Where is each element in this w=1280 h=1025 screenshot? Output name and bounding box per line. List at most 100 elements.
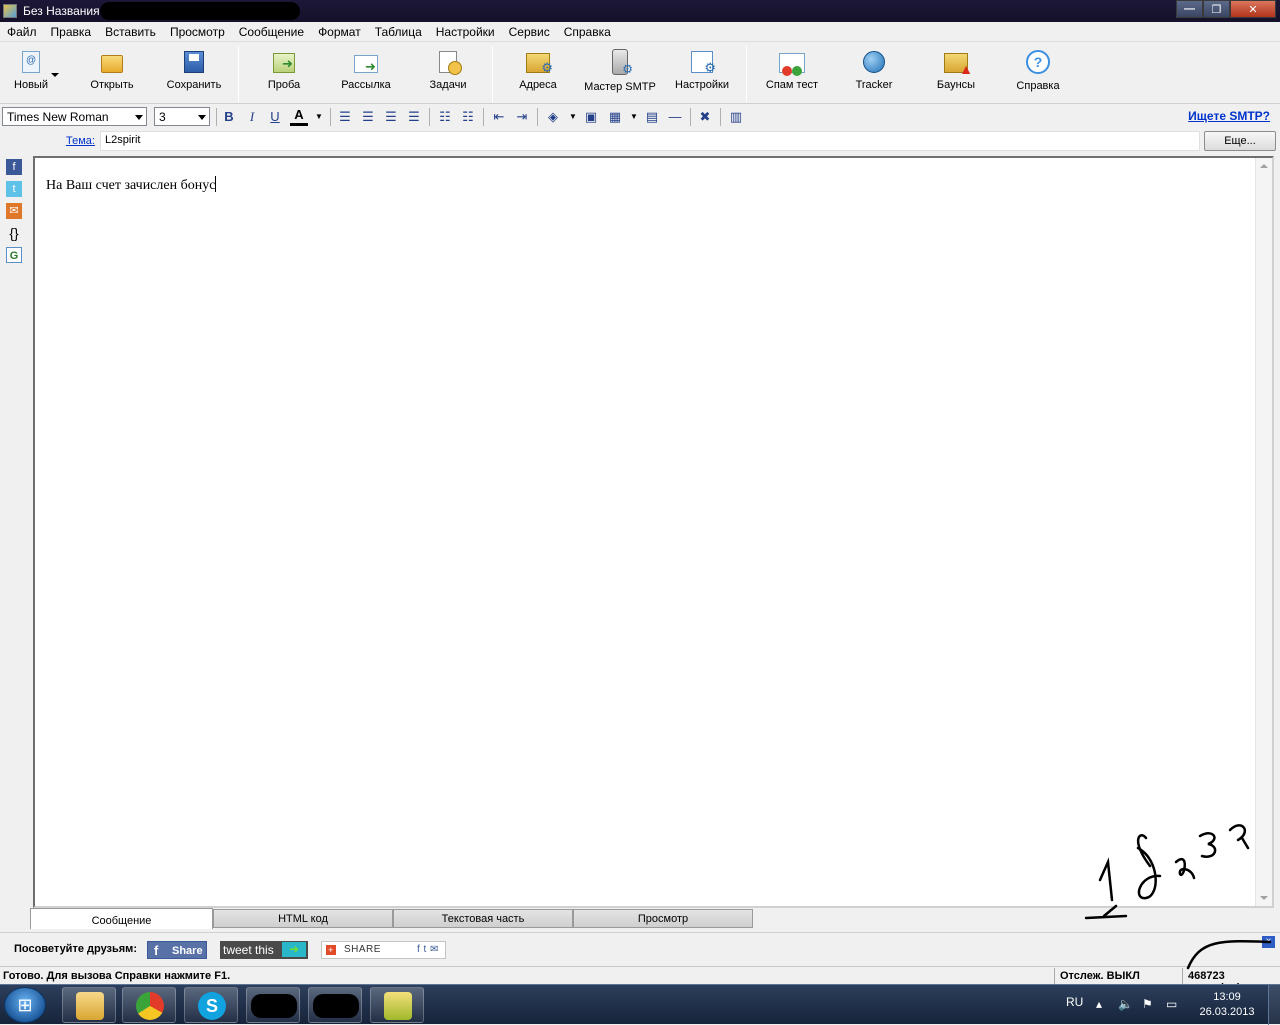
underline-icon[interactable]: U bbox=[266, 108, 284, 126]
bounces-button[interactable]: Баунсы bbox=[916, 49, 996, 91]
insert-picture-icon[interactable]: ▤ bbox=[643, 108, 661, 126]
align-left-icon[interactable]: ☰ bbox=[336, 108, 354, 126]
menu-insert[interactable]: Вставить bbox=[98, 25, 163, 39]
italic-icon[interactable]: I bbox=[243, 108, 261, 126]
font-family-select[interactable]: Times New Roman bbox=[2, 107, 147, 126]
menu-file[interactable]: Файл bbox=[0, 25, 44, 39]
volume-icon[interactable]: 🔈 bbox=[1118, 997, 1133, 1011]
new-dropdown-arrow-icon[interactable] bbox=[51, 73, 59, 77]
bold-icon[interactable]: B bbox=[220, 108, 238, 126]
menu-message[interactable]: Сообщение bbox=[232, 25, 311, 39]
title-bar: Без Названия — ❐ ✕ bbox=[0, 0, 1280, 22]
fill-color-icon[interactable]: ◈ bbox=[544, 108, 562, 126]
clock-time: 13:09 bbox=[1213, 991, 1241, 1003]
taskbar-explorer[interactable] bbox=[62, 987, 116, 1023]
taskbar-redacted-app[interactable] bbox=[246, 987, 300, 1023]
vertical-scrollbar[interactable] bbox=[1255, 158, 1272, 906]
show-desktop-button[interactable] bbox=[1268, 985, 1280, 1025]
scroll-up-icon[interactable] bbox=[1260, 164, 1268, 168]
code-braces-icon[interactable]: {} bbox=[6, 225, 22, 241]
taskbar-skype[interactable]: S bbox=[184, 987, 238, 1023]
taskbar-mailer[interactable] bbox=[370, 987, 424, 1023]
open-label: Открыть bbox=[90, 79, 134, 91]
test-button[interactable]: Проба bbox=[244, 49, 324, 91]
horizontal-line-icon[interactable]: — bbox=[666, 108, 684, 126]
share-services-icon: f t ✉ bbox=[417, 944, 439, 955]
open-button[interactable]: Открыть bbox=[72, 49, 152, 91]
align-center-icon[interactable]: ☰ bbox=[359, 108, 377, 126]
menu-view[interactable]: Просмотр bbox=[163, 25, 232, 39]
mailing-label: Рассылка bbox=[341, 79, 391, 91]
facebook-icon[interactable]: f bbox=[6, 159, 22, 175]
start-button[interactable]: ⊞ bbox=[4, 987, 46, 1023]
email-icon[interactable]: ✉ bbox=[6, 203, 22, 219]
fill-dropdown-icon[interactable]: ▼ bbox=[564, 108, 582, 126]
help-label: Справка bbox=[1016, 80, 1060, 92]
insert-table-icon[interactable]: ▦ bbox=[606, 108, 624, 126]
settings-button[interactable]: Настройки bbox=[662, 49, 742, 91]
menu-help[interactable]: Справка bbox=[557, 25, 618, 39]
windows-taskbar: ⊞ S RU ▴ 🔈 ⚑ ▭ 13:09 26.03.2013 bbox=[0, 984, 1280, 1025]
spam-test-button[interactable]: Спам тест bbox=[752, 49, 832, 91]
minimize-button[interactable]: — bbox=[1176, 0, 1203, 18]
google-icon[interactable]: G bbox=[6, 247, 22, 263]
smtp-search-link[interactable]: Ищете SMTP? bbox=[1188, 109, 1270, 123]
addresses-button[interactable]: Адреса bbox=[498, 49, 578, 91]
message-body[interactable]: На Ваш счет зачислен бонус bbox=[46, 176, 217, 194]
show-hidden-icons-icon[interactable]: ▴ bbox=[1096, 997, 1102, 1011]
maximize-button[interactable]: ❐ bbox=[1203, 0, 1230, 18]
help-button[interactable]: ? Справка bbox=[998, 49, 1078, 92]
outdent-icon[interactable]: ⇤ bbox=[490, 108, 508, 126]
addthis-share-button[interactable]: + SHARE f t ✉ bbox=[321, 941, 446, 959]
message-editor[interactable]: На Ваш счет зачислен бонус bbox=[33, 156, 1274, 908]
tab-preview[interactable]: Просмотр bbox=[573, 909, 753, 928]
tweet-this-button[interactable]: tweet this ➜ bbox=[220, 941, 308, 959]
paste-icon[interactable]: ▥ bbox=[727, 108, 745, 126]
mailing-button[interactable]: Рассылка bbox=[326, 49, 406, 91]
align-justify-icon[interactable]: ☰ bbox=[405, 108, 423, 126]
numbered-list-icon[interactable]: ☷ bbox=[436, 108, 454, 126]
menu-settings[interactable]: Настройки bbox=[429, 25, 502, 39]
menu-service[interactable]: Сервис bbox=[502, 25, 557, 39]
close-button[interactable]: ✕ bbox=[1230, 0, 1276, 18]
bullet-list-icon[interactable]: ☷ bbox=[459, 108, 477, 126]
facebook-share-button[interactable]: f Share bbox=[147, 941, 207, 959]
toolbar-separator bbox=[492, 46, 493, 102]
menu-table[interactable]: Таблица bbox=[368, 25, 429, 39]
subject-label[interactable]: Тема: bbox=[66, 135, 95, 147]
status-ready: Готово. Для вызова Справки нажмите F1. bbox=[3, 970, 231, 982]
remove-format-icon[interactable]: ✖ bbox=[696, 108, 714, 126]
save-button[interactable]: Сохранить bbox=[154, 49, 234, 91]
action-center-flag-icon[interactable]: ⚑ bbox=[1142, 997, 1153, 1011]
twitter-icon[interactable]: t bbox=[6, 181, 22, 197]
smtp-server-icon bbox=[612, 49, 633, 76]
subject-input[interactable]: L2spirit bbox=[100, 131, 1200, 151]
status-tracking: Отслеж. ВЫКЛ bbox=[1060, 970, 1140, 982]
smtp-wizard-button[interactable]: Мастер SMTP bbox=[580, 49, 660, 93]
language-indicator[interactable]: RU bbox=[1066, 995, 1083, 1009]
network-icon[interactable]: ▭ bbox=[1166, 997, 1177, 1011]
tab-message[interactable]: Сообщение bbox=[30, 908, 213, 929]
font-size-select[interactable]: 3 bbox=[154, 107, 210, 126]
send-mail-icon bbox=[354, 55, 378, 75]
system-clock[interactable]: 13:09 26.03.2013 bbox=[1198, 990, 1256, 1020]
align-right-icon[interactable]: ☰ bbox=[382, 108, 400, 126]
table-dropdown-icon[interactable]: ▼ bbox=[625, 108, 643, 126]
text-color-icon[interactable]: A bbox=[290, 108, 308, 126]
tab-text-part[interactable]: Текстовая часть bbox=[393, 909, 573, 928]
taskbar-chrome[interactable] bbox=[122, 987, 176, 1023]
addresses-label: Адреса bbox=[519, 79, 557, 91]
new-button[interactable]: Новый bbox=[0, 49, 71, 91]
close-share-icon[interactable]: × bbox=[1262, 936, 1275, 948]
more-button[interactable]: Еще... bbox=[1204, 131, 1276, 151]
scroll-down-icon[interactable] bbox=[1260, 896, 1268, 900]
menu-edit[interactable]: Правка bbox=[44, 25, 99, 39]
insert-image-icon[interactable]: ▣ bbox=[582, 108, 600, 126]
tasks-button[interactable]: Задачи bbox=[408, 49, 488, 91]
tab-html-code[interactable]: HTML код bbox=[213, 909, 393, 928]
indent-icon[interactable]: ⇥ bbox=[513, 108, 531, 126]
text-color-dropdown-icon[interactable]: ▼ bbox=[310, 108, 328, 126]
menu-format[interactable]: Формат bbox=[311, 25, 368, 39]
taskbar-redacted-app[interactable] bbox=[308, 987, 362, 1023]
tracker-button[interactable]: Tracker bbox=[834, 49, 914, 91]
